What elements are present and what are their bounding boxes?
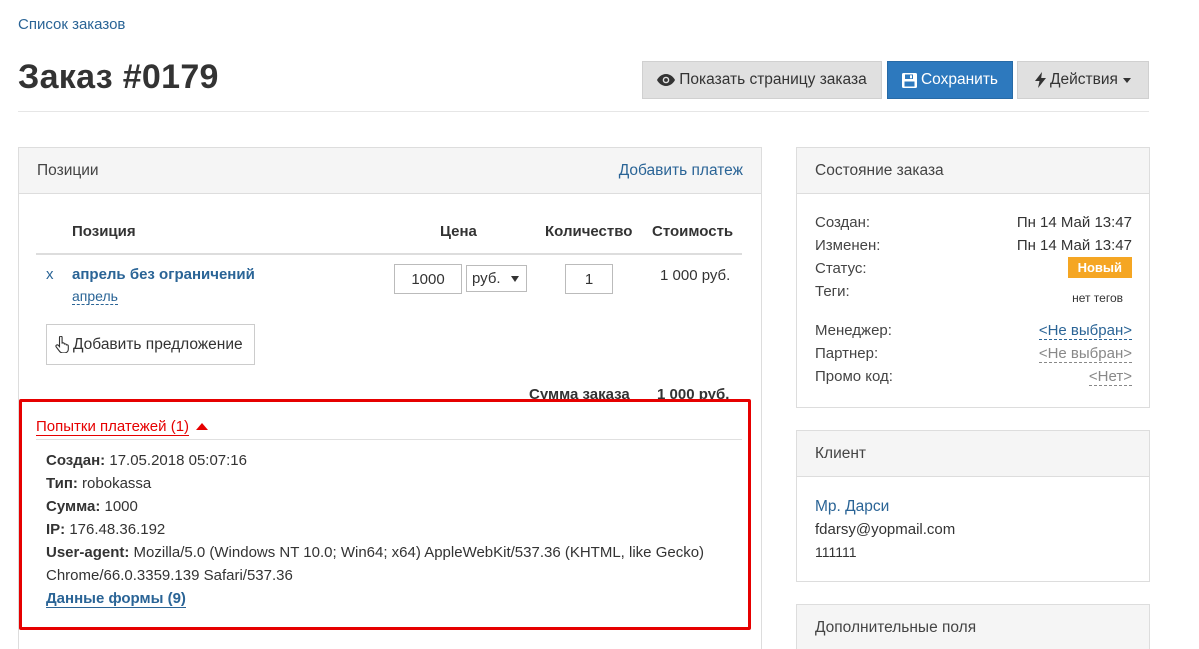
add-offer-button[interactable]: Добавить предложение	[46, 324, 255, 365]
state-created-label: Создан:	[815, 214, 871, 231]
state-promo-label: Промо код:	[815, 368, 893, 385]
table-header-divider	[36, 253, 742, 255]
col-header-cost: Стоимость	[652, 223, 734, 240]
client-title: Клиент	[815, 444, 867, 462]
extra-fields-title: Дополнительные поля	[815, 618, 977, 636]
extra-fields-header: Дополнительные поля	[797, 605, 1149, 649]
manager-select-link[interactable]: <Не выбран>	[1038, 322, 1132, 340]
currency-select-value: руб.	[472, 270, 501, 287]
state-changed-label: Изменен:	[815, 237, 881, 254]
order-state-header: Состояние заказа	[797, 148, 1149, 194]
state-partner-label: Партнер:	[815, 345, 879, 362]
extra-fields-panel: Дополнительные поля	[796, 604, 1150, 649]
order-state-panel: Состояние заказа Создан: Пн 14 Май 13:47…	[796, 147, 1150, 408]
promo-code-link[interactable]: <Нет>	[1088, 368, 1132, 386]
col-header-quantity: Количество	[545, 223, 633, 240]
col-header-position: Позиция	[72, 223, 136, 240]
actions-dropdown-button[interactable]: Действия	[1017, 61, 1149, 99]
col-header-price: Цена	[440, 223, 477, 240]
eye-icon	[657, 74, 676, 86]
save-label: Сохранить	[920, 71, 999, 88]
client-panel: Клиент Мр. Дарси fdarsy@yopmail.com 1111…	[796, 430, 1150, 582]
positions-panel-header: Позиции Добавить платеж	[19, 148, 761, 194]
state-manager-label: Менеджер:	[815, 322, 892, 339]
actions-label: Действия	[1050, 71, 1118, 88]
order-state-title: Состояние заказа	[815, 161, 944, 179]
caret-down-icon	[1122, 77, 1131, 83]
title-divider	[18, 111, 1149, 112]
state-created-value: Пн 14 Май 13:47	[1016, 214, 1132, 231]
state-status-label: Статус:	[815, 260, 867, 277]
item-name-link[interactable]: апрель без ограничений	[72, 266, 255, 283]
view-order-page-label: Показать страницу заказа	[679, 71, 867, 88]
currency-select[interactable]: руб.	[466, 265, 527, 292]
state-tags-label: Теги:	[815, 283, 850, 300]
save-button[interactable]: Сохранить	[887, 61, 1013, 99]
state-tags-value: нет тегов	[1072, 291, 1123, 305]
quantity-input[interactable]: 1	[565, 264, 613, 294]
item-cost: 1 000 руб.	[660, 267, 731, 284]
breadcrumb-orders-link[interactable]: Список заказов	[18, 16, 125, 33]
caret-down-icon	[511, 276, 519, 282]
client-phone: 111111	[815, 544, 857, 560]
lightning-icon	[1035, 72, 1047, 88]
page-title: Заказ #0179	[18, 58, 219, 96]
add-payment-link[interactable]: Добавить платеж	[619, 162, 743, 180]
client-name-link[interactable]: Мр. Дарси	[815, 498, 889, 516]
pointer-hand-icon	[55, 336, 70, 353]
status-badge[interactable]: Новый	[1067, 257, 1132, 278]
item-sub-link[interactable]: апрель	[72, 288, 118, 305]
state-changed-value: Пн 14 Май 13:47	[1016, 237, 1132, 254]
positions-title: Позиции	[37, 161, 99, 179]
client-header: Клиент	[797, 431, 1149, 477]
remove-item-button[interactable]: x	[46, 266, 54, 283]
add-offer-label: Добавить предложение	[73, 335, 243, 353]
view-order-page-button[interactable]: Показать страницу заказа	[642, 61, 882, 99]
floppy-disk-icon	[901, 72, 917, 88]
partner-select-link[interactable]: <Не выбран>	[1038, 345, 1132, 363]
client-email: fdarsy@yopmail.com	[815, 521, 956, 538]
highlight-frame	[19, 399, 751, 630]
price-input[interactable]: 1000	[394, 264, 462, 294]
